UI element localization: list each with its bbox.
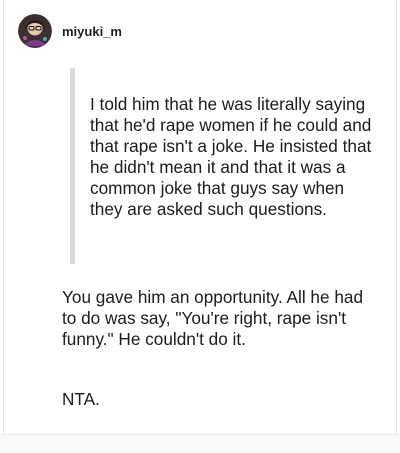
post-footer-divider <box>0 434 400 453</box>
quoted-text: I told him that he was literally saying … <box>90 94 372 219</box>
post-card: miyuki_m I told him that he was literall… <box>0 0 400 453</box>
reply-text: You gave him an opportunity. All he had … <box>62 287 363 349</box>
username[interactable]: miyuki_m <box>62 24 122 39</box>
user-avatar-icon[interactable] <box>18 14 52 48</box>
post-header: miyuki_m <box>18 14 122 48</box>
blockquote: I told him that he was literally saying … <box>70 68 380 264</box>
verdict-text: NTA. <box>62 389 100 409</box>
